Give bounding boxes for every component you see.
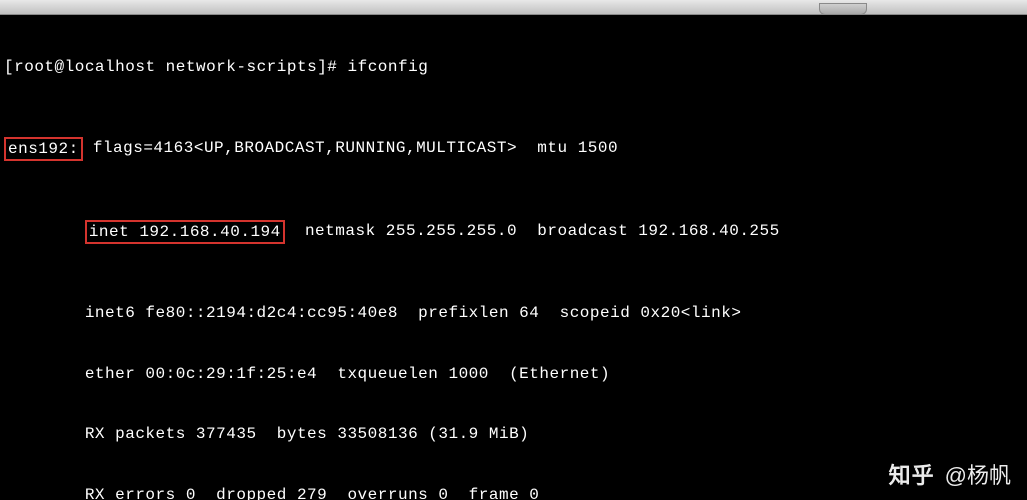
ens192-ether: ether 00:0c:29:1f:25:e4 txqueuelen 1000 …	[4, 364, 1023, 384]
indent	[4, 304, 85, 322]
text: RX packets 377435 bytes 33508136 (31.9 M…	[85, 425, 529, 443]
ens192-flags: flags=4163<UP,BROADCAST,RUNNING,MULTICAS…	[83, 138, 618, 158]
ens192-inet-rest: netmask 255.255.255.0 broadcast 192.168.…	[285, 221, 780, 241]
ens192-rx-errors: RX errors 0 dropped 279 overruns 0 frame…	[4, 485, 1023, 500]
prompt-line-1: [root@localhost network-scripts]# ifconf…	[4, 57, 1023, 77]
prompt-cwd: network-scripts	[166, 58, 318, 76]
ens192-inet-box: inet 192.168.40.194	[85, 220, 285, 244]
indent	[4, 365, 85, 383]
prompt-open: [	[4, 58, 14, 76]
ens192-header-row: ens192: flags=4163<UP,BROADCAST,RUNNING,…	[4, 138, 1023, 160]
ens192-name: ens192:	[8, 140, 79, 158]
window-titlebar	[0, 0, 1027, 15]
prompt-user: root	[14, 58, 54, 76]
ens192-name-box: ens192:	[4, 137, 83, 161]
text: ether 00:0c:29:1f:25:e4 txqueuelen 1000 …	[85, 365, 610, 383]
terminal-viewport[interactable]: [root@localhost network-scripts]# ifconf…	[0, 15, 1027, 500]
prompt-at: @	[55, 58, 65, 76]
indent	[4, 425, 85, 443]
indent	[4, 486, 85, 500]
prompt-host: localhost	[65, 58, 156, 76]
ens192-inet: inet 192.168.40.194	[89, 223, 281, 241]
ens192-rx-packets: RX packets 377435 bytes 33508136 (31.9 M…	[4, 424, 1023, 444]
ens192-inet-row: inet 192.168.40.194 netmask 255.255.255.…	[4, 221, 1023, 243]
command-text: ifconfig	[348, 58, 429, 76]
text: RX errors 0 dropped 279 overruns 0 frame…	[85, 486, 540, 500]
prompt-close: ]#	[317, 58, 337, 76]
titlebar-grip[interactable]	[819, 3, 867, 15]
text: inet6 fe80::2194:d2c4:cc95:40e8 prefixle…	[85, 304, 742, 322]
indent	[4, 221, 85, 241]
ens192-inet6: inet6 fe80::2194:d2c4:cc95:40e8 prefixle…	[4, 303, 1023, 323]
